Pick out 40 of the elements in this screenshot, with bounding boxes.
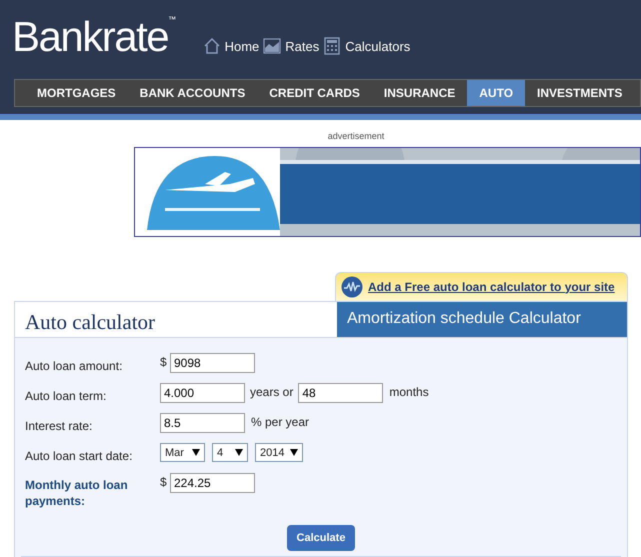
nav-tab[interactable]: INVESTMENTS [525,80,634,106]
nav-tab[interactable]: BANK ACCOUNTS [128,80,258,106]
nav-tab[interactable]: CREDIT CARDS [257,80,372,106]
nav-link[interactable]: Rates [285,36,320,56]
wave-icon [341,276,363,298]
field-unit: years or [250,384,294,400]
ad-label: advertisement [328,130,384,143]
nav-tab[interactable]: INSURANCE [372,80,468,106]
rate-field[interactable]: 8.5 [160,412,245,432]
nav-link[interactable]: Home [224,36,260,56]
caret-icon [290,448,298,456]
bankrate-logo[interactable]: Bankrate™ [12,16,175,58]
amortization-tab[interactable]: Amortization schedule Calculator [337,302,627,336]
payment-field[interactable]: 224.25 [170,472,255,492]
calculator-icon [323,37,342,56]
field-label: Auto loan start date: [25,448,134,464]
field-label: Auto loan term: [25,388,108,404]
caret-icon [235,448,243,456]
field-label: Auto loan amount: [25,358,124,374]
caret-icon [192,448,200,456]
home-icon [202,37,221,56]
currency-sign: $ [160,474,168,490]
widget-link[interactable]: Add a Free auto loan calculator to your site [368,278,615,296]
years-field[interactable]: 4.000 [160,382,245,402]
date-select[interactable]: 4 [212,442,248,462]
date-select[interactable]: 2014 [255,442,304,462]
nav-tab[interactable]: AUTO [467,80,526,106]
chart-icon [263,37,282,56]
date-select[interactable]: Mar [160,442,205,462]
months-field[interactable]: 48 [298,382,384,402]
calculator-title: Auto calculator [24,308,156,336]
nav-tab[interactable]: MORTGAGES [25,80,128,106]
field-label: Interest rate: [25,418,94,434]
nav-link[interactable]: Calculators [345,36,410,56]
field-unit: months [389,384,429,400]
calculate-button[interactable]: Calculate [286,524,356,551]
field-unit: % per year [251,414,310,430]
field-label: Monthly auto loan payments: [25,476,129,510]
amount-field[interactable]: 9098 [170,352,255,372]
currency-sign: $ [160,354,168,370]
